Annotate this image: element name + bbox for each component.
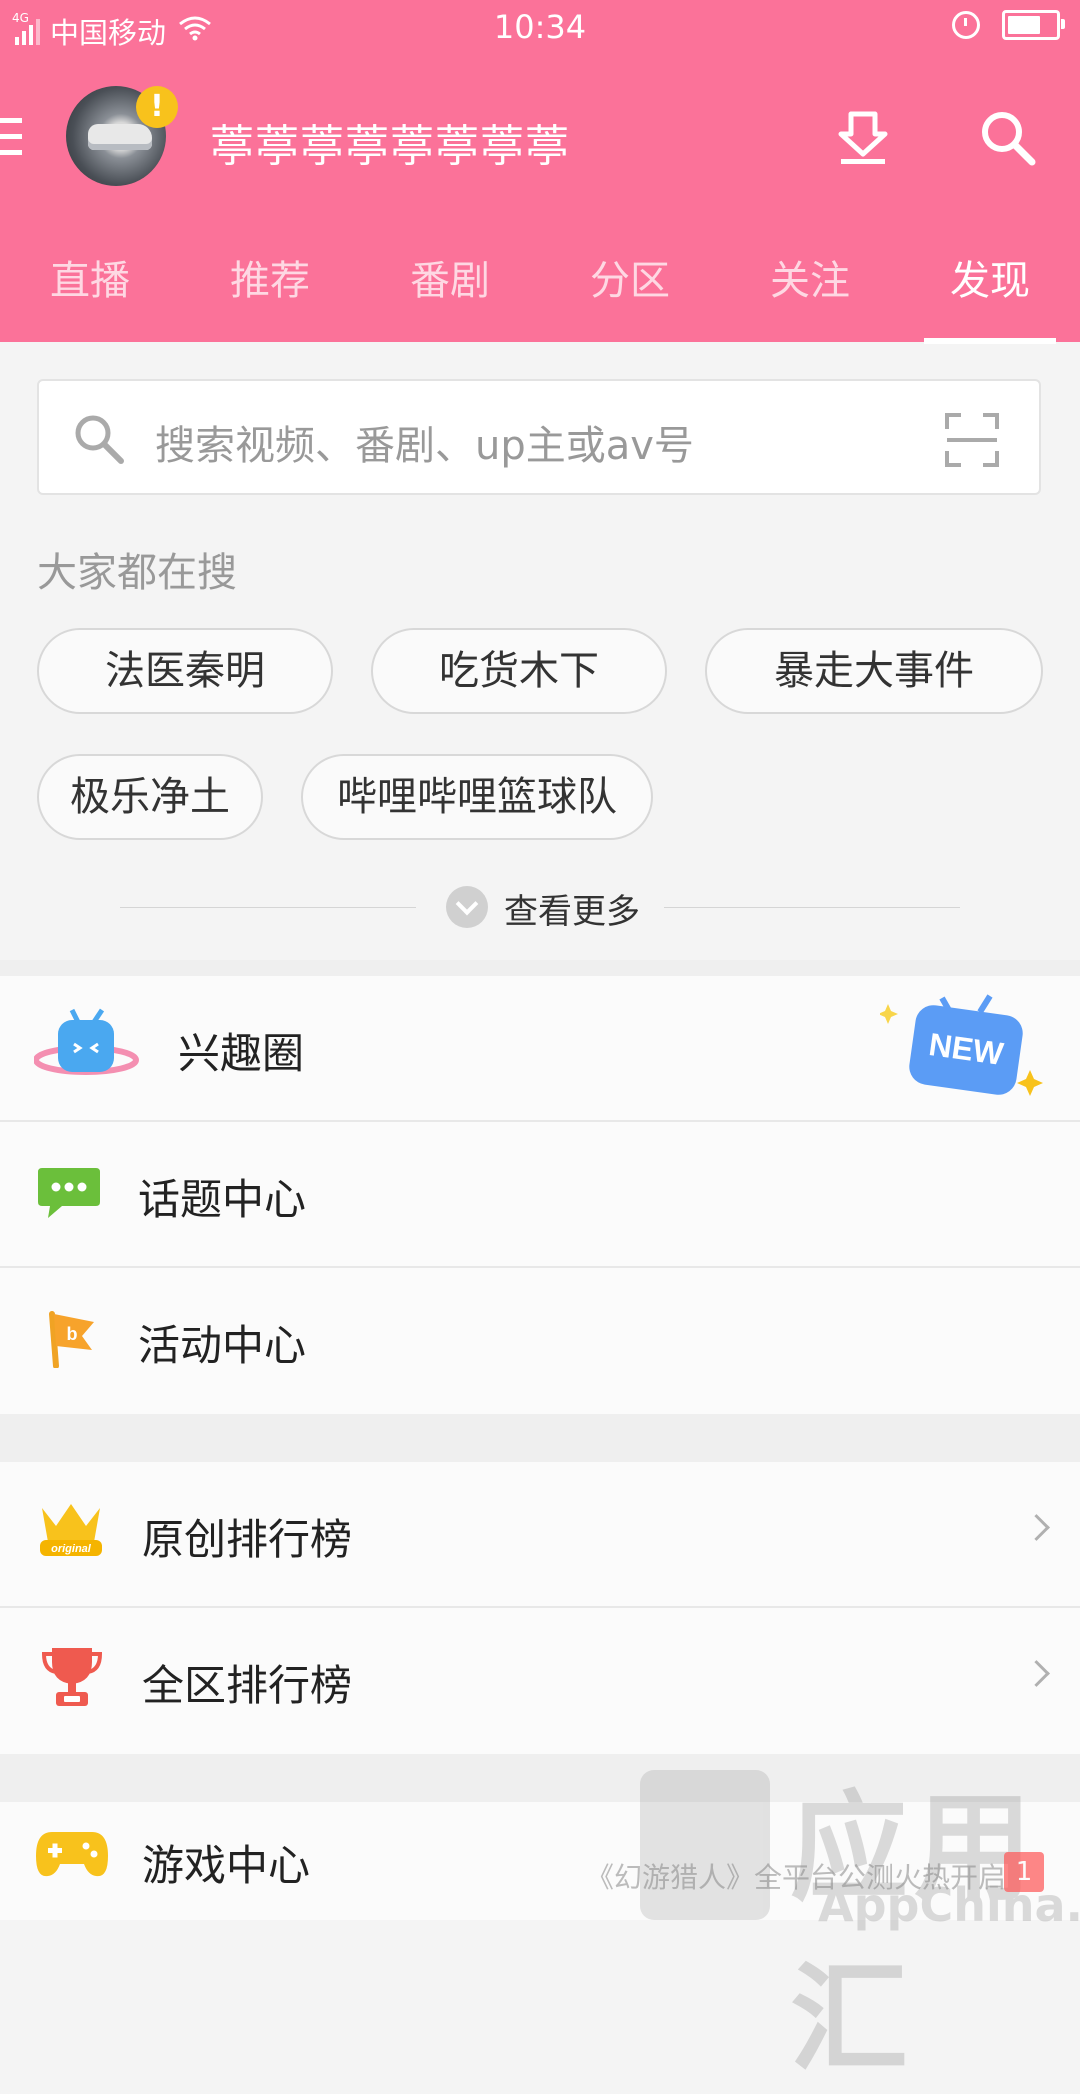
list-item-label: 全区排行榜 [142, 1661, 353, 1710]
username[interactable]: 葶葶葶葶葶葶葶葶 [210, 110, 570, 174]
status-bar: 4G 中国移动 10:34 [0, 0, 1080, 58]
svg-text:original: original [51, 1543, 92, 1555]
ticker-count-badge: 1 [1004, 1852, 1044, 1892]
list-item-label: 兴趣圈 [178, 1029, 305, 1078]
chevron-right-icon [1023, 1514, 1050, 1541]
chevron-down-icon [446, 886, 488, 928]
battery-icon [1002, 10, 1065, 40]
crown-icon: original [36, 1498, 106, 1564]
list-item-interest-circle[interactable]: 兴趣圈 NEW [0, 976, 1080, 1122]
list-item-original-ranking[interactable]: original 原创排行榜 [0, 1462, 1080, 1608]
hamburger-menu-icon[interactable] [0, 118, 22, 156]
list-item-topic-center[interactable]: 话题中心 [0, 1122, 1080, 1268]
hot-tag-chip[interactable]: 极乐净土 [37, 754, 263, 840]
header-bar: 4G 中国移动 10:34 ! 葶葶葶葶葶葶葶葶 直播 推荐 番剧 分区 关注 … [0, 0, 1080, 344]
hot-tag-chip[interactable]: 法医秦明 [37, 628, 333, 714]
new-badge-icon: NEW [878, 992, 1050, 1106]
promo-ticker-text[interactable]: 《幻游猎人》全平台公测火热开启 [586, 1856, 1006, 1896]
tab-discover[interactable]: 发现 [900, 250, 1080, 344]
flag-icon: b [42, 1308, 98, 1372]
hot-tag-chip[interactable]: 哔哩哔哩篮球队 [301, 754, 653, 840]
chevron-right-icon [1023, 1660, 1050, 1687]
tab-follow[interactable]: 关注 [720, 250, 900, 342]
svg-text:b: b [67, 1324, 78, 1344]
show-more-label: 查看更多 [504, 892, 640, 932]
tab-bangumi[interactable]: 番剧 [360, 250, 540, 342]
section-divider [0, 1414, 1080, 1462]
list-item-label: 游戏中心 [142, 1841, 311, 1890]
list-item-label: 活动中心 [138, 1321, 307, 1370]
list-item-label: 话题中心 [138, 1175, 307, 1224]
list-item-activity-center[interactable]: b 活动中心 [0, 1268, 1080, 1414]
section-divider [0, 960, 1080, 976]
download-icon[interactable] [833, 108, 893, 168]
list-item-label: 原创排行榜 [142, 1515, 353, 1564]
hot-search-title: 大家都在搜 [37, 550, 237, 596]
tab-partition[interactable]: 分区 [540, 250, 720, 342]
clock-time: 10:34 [493, 8, 587, 46]
gamepad-icon [34, 1826, 110, 1886]
tab-live[interactable]: 直播 [0, 250, 180, 342]
warning-badge-icon: ! [136, 86, 178, 128]
top-tabs: 直播 推荐 番剧 分区 关注 发现 [0, 250, 1080, 344]
tab-recommend[interactable]: 推荐 [180, 250, 360, 342]
chat-bubble-icon [36, 1162, 102, 1226]
hot-tag-chip[interactable]: 暴走大事件 [705, 628, 1043, 714]
interest-circle-icon [33, 1002, 144, 1096]
search-placeholder: 搜索视频、番剧、up主或av号 [155, 423, 694, 469]
scan-qr-icon[interactable] [945, 413, 999, 467]
search-icon [71, 411, 127, 467]
search-icon[interactable] [978, 108, 1038, 168]
alarm-icon [952, 11, 980, 39]
app-bar: ! 葶葶葶葶葶葶葶葶 [0, 58, 1080, 218]
hot-tag-chip[interactable]: 吃货木下 [371, 628, 667, 714]
trophy-icon [41, 1644, 103, 1712]
show-more-button[interactable]: 查看更多 [120, 880, 960, 936]
search-input[interactable]: 搜索视频、番剧、up主或av号 [37, 379, 1041, 495]
